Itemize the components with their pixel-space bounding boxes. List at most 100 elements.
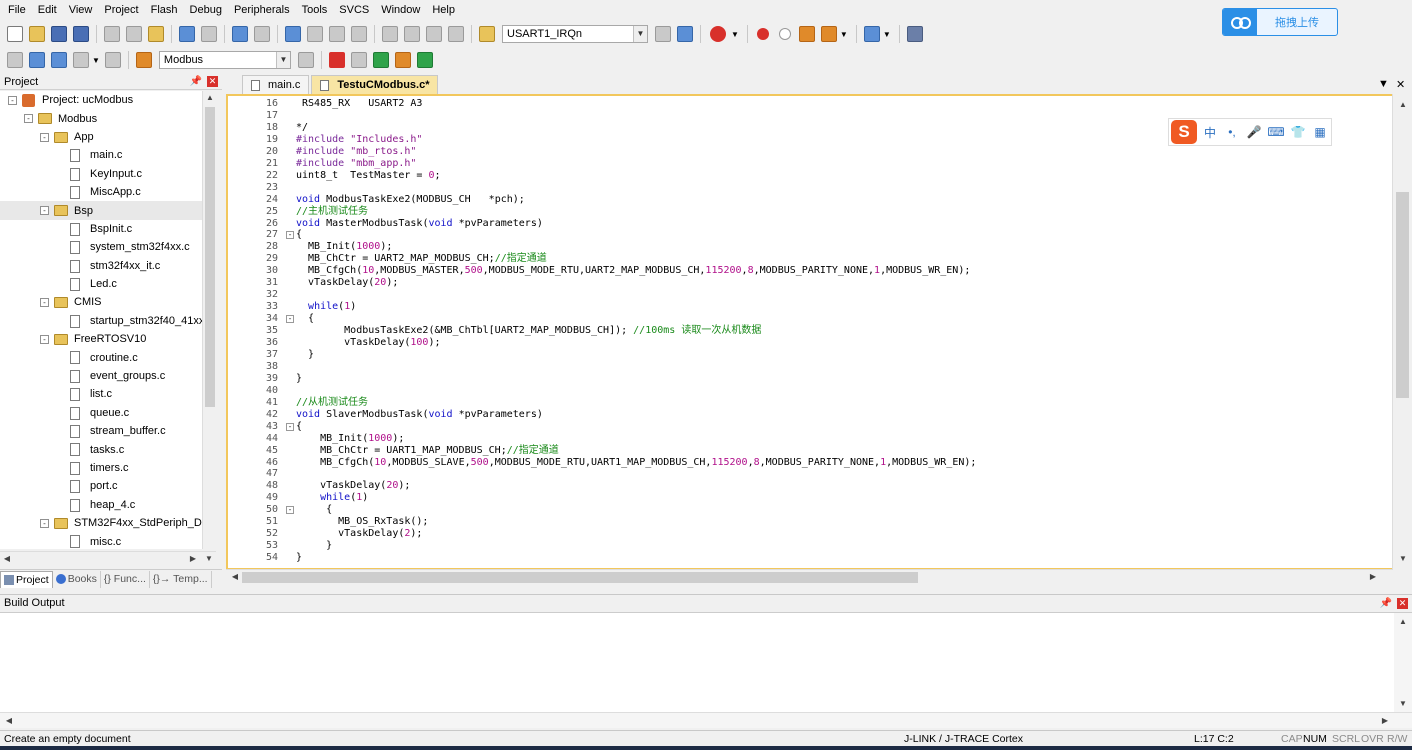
code-line[interactable]: 23 xyxy=(228,182,1388,194)
tree-item[interactable]: queue.c xyxy=(0,404,216,422)
clear-bookmarks-icon[interactable] xyxy=(351,26,367,42)
undo-icon[interactable] xyxy=(179,26,195,42)
code-line[interactable]: 48 vTaskDelay(20); xyxy=(228,480,1388,492)
menu-debug[interactable]: Debug xyxy=(184,0,228,20)
collapse-toggle-icon[interactable]: - xyxy=(8,96,17,105)
find-in-files-icon[interactable] xyxy=(479,26,495,42)
tree-item[interactable]: BspInit.c xyxy=(0,220,216,238)
menu-file[interactable]: File xyxy=(2,0,32,20)
menu-project[interactable]: Project xyxy=(98,0,144,20)
build-icon[interactable] xyxy=(29,52,45,68)
collapse-toggle-icon[interactable]: - xyxy=(24,114,33,124)
code-line[interactable]: 42 void SlaverModbusTask(void *pvParamete… xyxy=(228,409,1388,421)
code-line[interactable]: 40 xyxy=(228,385,1388,397)
pack-installer-icon[interactable] xyxy=(394,52,411,68)
scroll-left-icon[interactable]: ◀ xyxy=(228,570,242,584)
code-line[interactable]: 21 #include "mbm_app.h" xyxy=(228,158,1388,170)
paste-icon[interactable] xyxy=(148,26,164,42)
cut-icon[interactable] xyxy=(104,26,120,42)
code-line[interactable]: 53 } xyxy=(228,540,1388,552)
prev-bookmark-icon[interactable] xyxy=(307,26,323,42)
code-line[interactable]: 35 ModbusTaskExe2(&MB_ChTbl[UART2_MAP_MO… xyxy=(228,325,1388,337)
code-line[interactable]: 43-{ xyxy=(228,421,1388,433)
pin-icon[interactable]: 📌 xyxy=(1380,598,1392,609)
tree-item[interactable]: misc.c xyxy=(0,532,216,549)
chevron-down-icon[interactable]: ▼ xyxy=(840,30,848,39)
tree-item[interactable]: - FreeRTOSV10 xyxy=(0,330,216,348)
tab-project[interactable]: Project xyxy=(0,570,53,588)
tree-item[interactable]: event_groups.c xyxy=(0,367,216,385)
tree-item[interactable]: - Project: ucModbus xyxy=(0,91,216,109)
code-line[interactable]: 34- { xyxy=(228,313,1388,325)
target-combo[interactable]: Modbus ▼ xyxy=(158,51,291,69)
skin-icon[interactable]: 👕 xyxy=(1289,125,1307,139)
menu-help[interactable]: Help xyxy=(426,0,461,20)
scrollbar-thumb[interactable] xyxy=(242,572,918,583)
menu-window[interactable]: Window xyxy=(375,0,426,20)
chevron-down-icon[interactable]: ▼ xyxy=(275,52,290,68)
code-editor[interactable]: 16 RS485_RX USART2 A3 17 18 */19 #include "I… xyxy=(226,94,1392,570)
incremental-find-icon[interactable] xyxy=(677,26,693,42)
bookmark-icon[interactable] xyxy=(285,26,301,42)
find-combo[interactable]: USART1_IRQn ▼ xyxy=(502,25,648,43)
save-all-icon[interactable] xyxy=(73,26,89,42)
collapse-toggle-icon[interactable]: - xyxy=(40,206,49,216)
scroll-down-icon[interactable]: ▼ xyxy=(202,552,216,566)
code-line[interactable]: 33 while(1) xyxy=(228,301,1388,313)
code-line[interactable]: 37 } xyxy=(228,349,1388,361)
window-layout-icon[interactable] xyxy=(863,26,880,42)
target-options-icon[interactable] xyxy=(297,52,314,68)
code-line[interactable]: 22 uint8_t TestMaster = 0; xyxy=(228,170,1388,182)
tab-templates[interactable]: {}→ Temp... xyxy=(150,570,212,588)
code-line[interactable]: 51 MB_OS_RxTask(); xyxy=(228,516,1388,528)
copy-icon[interactable] xyxy=(126,26,142,42)
tab-functions[interactable]: {} Func... xyxy=(101,570,150,588)
file-extensions-icon[interactable] xyxy=(350,52,367,68)
close-icon[interactable]: ✕ xyxy=(1397,597,1408,609)
collapse-toggle-icon[interactable]: - xyxy=(40,132,49,142)
menu-tools[interactable]: Tools xyxy=(296,0,334,20)
code-line[interactable]: 28 MB_Init(1000); xyxy=(228,241,1388,253)
scroll-up-icon[interactable]: ▲ xyxy=(1396,615,1410,629)
code-line[interactable]: 20 #include "mb_rtos.h" xyxy=(228,146,1388,158)
batch-build-icon[interactable] xyxy=(73,52,89,68)
code-line[interactable]: 38 xyxy=(228,361,1388,373)
tree-item[interactable]: heap_4.c xyxy=(0,496,216,514)
code-line[interactable]: 27-{ xyxy=(228,229,1388,241)
fold-toggle-icon[interactable]: - xyxy=(286,506,294,515)
build-output-pane[interactable]: ▲ ▼ xyxy=(0,612,1412,713)
code-line[interactable]: 36 vTaskDelay(100); xyxy=(228,337,1388,349)
tree-item[interactable]: MiscApp.c xyxy=(0,183,216,201)
chevron-down-icon[interactable]: ▼ xyxy=(731,30,739,39)
open-file-icon[interactable] xyxy=(29,26,45,42)
insert-breakpoint-icon[interactable] xyxy=(756,28,769,40)
scroll-down-icon[interactable]: ▼ xyxy=(1396,697,1410,711)
indent-icon[interactable] xyxy=(382,26,398,42)
editor-vertical-scrollbar[interactable]: ▲ ▼ xyxy=(1392,94,1412,570)
code-line[interactable]: 30 MB_CfgCh(10,MODBUS_MASTER,500,MODBUS_… xyxy=(228,265,1388,277)
microphone-icon[interactable]: 🎤 xyxy=(1245,125,1263,139)
code-line[interactable]: 31 vTaskDelay(20); xyxy=(228,277,1388,289)
kill-breakpoints-icon[interactable] xyxy=(820,26,837,42)
code-line[interactable]: 54} xyxy=(228,552,1388,564)
code-line[interactable]: 46 MB_CfgCh(10,MODBUS_SLAVE,500,MODBUS_M… xyxy=(228,457,1388,469)
build-output-horizontal-scrollbar[interactable]: ◀ ▶ xyxy=(0,712,1412,728)
editor-horizontal-scrollbar[interactable]: ◀ ▶ xyxy=(226,569,1392,585)
tree-item[interactable]: - CMIS xyxy=(0,293,216,311)
collapse-toggle-icon[interactable]: - xyxy=(40,518,49,528)
pin-icon[interactable]: 📌 xyxy=(190,76,202,87)
manage-components-icon[interactable] xyxy=(328,52,345,68)
scroll-right-icon[interactable]: ▶ xyxy=(1366,570,1380,584)
fold-toggle-icon[interactable]: - xyxy=(286,422,294,431)
tree-item[interactable]: list.c xyxy=(0,385,216,403)
collapse-toggle-icon[interactable]: - xyxy=(40,298,49,308)
navigate-forward-icon[interactable] xyxy=(254,26,270,42)
download-icon[interactable] xyxy=(135,52,152,68)
tree-item[interactable]: - STM32F4xx_StdPeriph_Driver xyxy=(0,514,216,532)
disable-all-breakpoints-icon[interactable] xyxy=(798,26,815,42)
tree-item[interactable]: startup_stm32f40_41xx.s xyxy=(0,312,216,330)
code-line[interactable]: 25 //主机测试任务 xyxy=(228,206,1388,218)
scroll-left-icon[interactable]: ◀ xyxy=(2,714,16,728)
code-line[interactable]: 52 vTaskDelay(2); xyxy=(228,528,1388,540)
comment-icon[interactable] xyxy=(426,26,442,42)
